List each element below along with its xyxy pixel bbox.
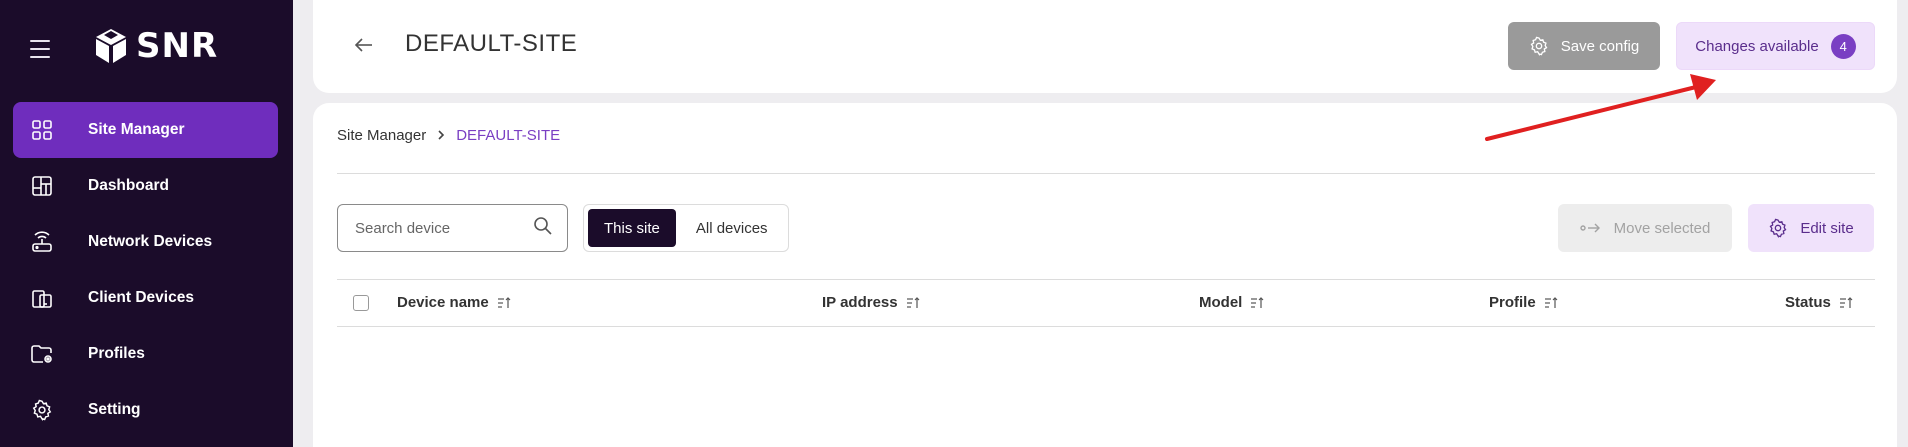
sidebar-item-label: Site Manager <box>88 121 185 138</box>
select-all-checkbox[interactable] <box>353 295 369 311</box>
sidebar-item-client-devices[interactable]: Client Devices <box>13 270 278 326</box>
search-input[interactable] <box>355 219 525 237</box>
column-label: Profile <box>1489 294 1536 311</box>
sidebar-item-network-devices[interactable]: Network Devices <box>13 214 278 270</box>
gear-icon <box>1530 36 1548 56</box>
column-profile[interactable]: Profile <box>1489 294 1558 311</box>
main-content: Site Manager DEFAULT-SITE This site All … <box>313 103 1897 447</box>
sidebar-item-site-manager[interactable]: Site Manager <box>13 102 278 158</box>
sort-icon <box>906 296 920 309</box>
table-header: Device name IP address Model Profile Sta… <box>337 279 1875 327</box>
back-arrow-icon[interactable] <box>351 32 377 58</box>
sidebar-item-label: Profiles <box>88 345 145 362</box>
header-bar: DEFAULT-SITE Save config Changes availab… <box>313 0 1897 93</box>
sort-icon <box>1250 296 1264 309</box>
grid-icon <box>29 117 55 143</box>
save-config-label: Save config <box>1560 37 1640 55</box>
divider <box>337 173 1875 174</box>
changes-available-button[interactable]: Changes available 4 <box>1676 22 1875 70</box>
move-icon <box>1579 223 1600 233</box>
sort-icon <box>1839 296 1853 309</box>
breadcrumb-root[interactable]: Site Manager <box>337 127 426 144</box>
sidebar-nav: Site Manager Dashboard Network Devices C… <box>13 102 278 438</box>
menu-icon[interactable] <box>30 40 50 58</box>
column-model[interactable]: Model <box>1199 294 1264 311</box>
edit-site-label: Edit site <box>1800 219 1854 237</box>
sort-icon <box>497 296 511 309</box>
search-box <box>337 204 568 252</box>
move-selected-label: Move selected <box>1613 219 1711 237</box>
save-config-button[interactable]: Save config <box>1508 22 1660 70</box>
breadcrumb-current: DEFAULT-SITE <box>456 127 561 144</box>
scope-toggle: This site All devices <box>583 204 789 252</box>
tab-this-site[interactable]: This site <box>588 209 676 247</box>
column-label: Device name <box>397 294 489 311</box>
sidebar-item-label: Network Devices <box>88 233 213 250</box>
logo: SNR <box>92 26 218 66</box>
move-selected-button[interactable]: Move selected <box>1558 204 1732 252</box>
gear-icon <box>1769 218 1787 238</box>
sidebar: SNR Site Manager Dashboard Network Devic… <box>0 0 293 447</box>
edit-site-button[interactable]: Edit site <box>1748 204 1874 252</box>
dashboard-icon <box>29 173 55 199</box>
snr-logo-icon <box>96 29 126 63</box>
column-ip-address[interactable]: IP address <box>822 294 920 311</box>
column-status[interactable]: Status <box>1785 294 1853 311</box>
gear-icon <box>29 397 55 423</box>
tab-all-devices[interactable]: All devices <box>680 209 784 247</box>
sidebar-item-label: Setting <box>88 401 141 418</box>
breadcrumb: Site Manager DEFAULT-SITE <box>337 127 560 144</box>
column-device-name[interactable]: Device name <box>397 294 511 311</box>
search-icon[interactable] <box>533 216 553 241</box>
sidebar-item-setting[interactable]: Setting <box>13 382 278 438</box>
page-title: DEFAULT-SITE <box>405 30 578 57</box>
changes-available-label: Changes available <box>1695 37 1819 55</box>
sidebar-item-dashboard[interactable]: Dashboard <box>13 158 278 214</box>
column-label: Model <box>1199 294 1243 311</box>
devices-icon <box>29 285 55 311</box>
router-icon <box>29 229 55 255</box>
changes-count-badge: 4 <box>1830 33 1856 59</box>
sidebar-item-profiles[interactable]: Profiles <box>13 326 278 382</box>
sort-icon <box>1544 296 1558 309</box>
brand-name: SNR <box>136 26 219 66</box>
folder-gear-icon <box>29 341 55 367</box>
chevron-right-icon <box>436 128 446 144</box>
sidebar-item-label: Dashboard <box>88 177 169 194</box>
sidebar-item-label: Client Devices <box>88 289 194 306</box>
column-label: IP address <box>822 294 898 311</box>
column-label: Status <box>1785 294 1831 311</box>
